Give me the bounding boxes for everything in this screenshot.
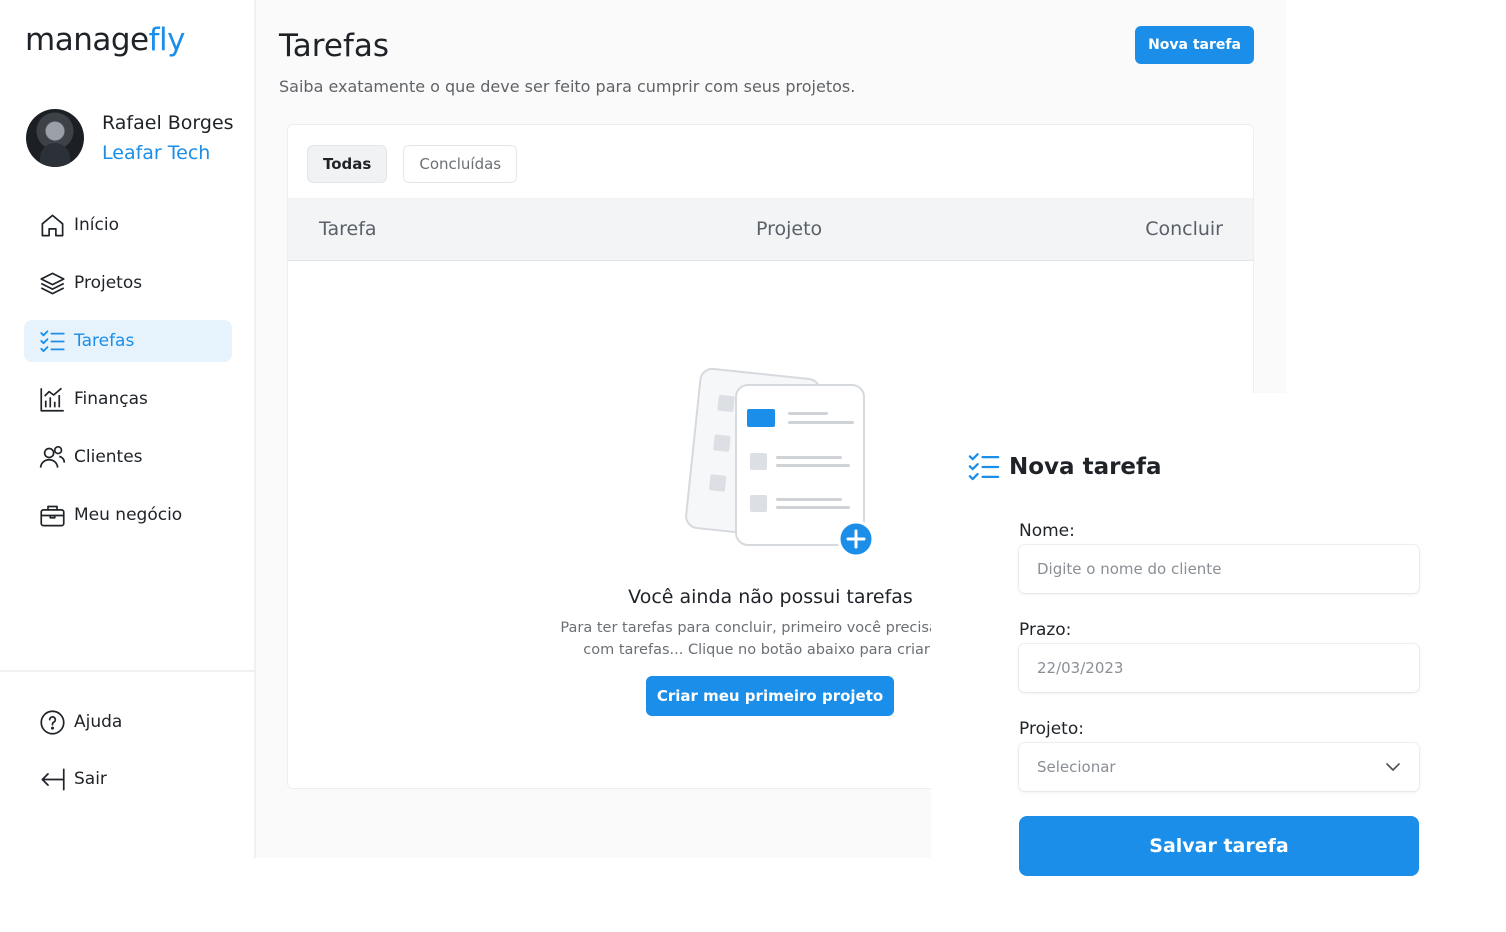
- logo-main: manage: [25, 22, 149, 58]
- avatar: [26, 109, 84, 167]
- project-label: Projeto:: [1019, 719, 1084, 739]
- home-icon: [41, 214, 64, 236]
- sidebar-item-label: Sair: [74, 769, 107, 789]
- sidebar-item-label: Projetos: [74, 273, 143, 293]
- empty-tasks-illustration: [685, 367, 875, 558]
- sidebar-item-label: Finanças: [74, 389, 148, 409]
- sidebar-item-sair[interactable]: Sair: [24, 758, 232, 800]
- sidebar-item-clientes[interactable]: Clientes: [24, 436, 232, 478]
- sidebar-item-label: Tarefas: [74, 331, 135, 351]
- chevron-down-icon: [1386, 763, 1400, 771]
- deadline-value: 22/03/2023: [1037, 659, 1124, 677]
- new-task-panel: Nova tarefa Nome: Prazo: 22/03/2023 Proj…: [931, 393, 1506, 932]
- panel-title: Nova tarefa: [1009, 454, 1162, 480]
- new-task-button[interactable]: Nova tarefa: [1135, 26, 1254, 64]
- briefcase-icon: [40, 505, 65, 526]
- sidebar-item-ajuda[interactable]: Ajuda: [24, 701, 232, 743]
- project-select[interactable]: Selecionar: [1019, 743, 1419, 791]
- user-name: Rafael Borges: [102, 112, 234, 134]
- page-title: Tarefas: [279, 28, 389, 64]
- sidebar-item-tarefas[interactable]: Tarefas: [24, 320, 232, 362]
- task-name-input[interactable]: [1019, 545, 1419, 593]
- column-header-tarefa: Tarefa: [319, 218, 377, 240]
- users-icon: [39, 445, 66, 468]
- column-header-projeto: Projeto: [756, 218, 823, 240]
- app-logo[interactable]: managefly: [25, 22, 185, 58]
- chart-icon: [40, 387, 64, 412]
- layers-icon: [40, 272, 65, 294]
- checklist-icon: [40, 329, 65, 352]
- sidebar-item-label: Início: [74, 215, 119, 235]
- sidebar-item-label: Meu negócio: [74, 505, 183, 525]
- sidebar-item-projetos[interactable]: Projetos: [24, 262, 232, 304]
- name-label: Nome:: [1019, 521, 1075, 541]
- sidebar-item-label: Ajuda: [74, 712, 123, 732]
- logout-icon: [41, 768, 65, 790]
- help-icon: [40, 709, 65, 735]
- logo-accent: fly: [148, 22, 186, 58]
- sidebar-item-label: Clientes: [74, 447, 143, 467]
- bottom-nav: Ajuda Sair: [24, 701, 232, 815]
- tab-concluidas[interactable]: Concluídas: [403, 145, 518, 183]
- deadline-label: Prazo:: [1019, 620, 1072, 640]
- checklist-icon: [968, 453, 1000, 481]
- deadline-field[interactable]: 22/03/2023: [1019, 644, 1419, 692]
- table-header: Tarefa Projeto Concluir: [288, 198, 1253, 261]
- project-select-value: Selecionar: [1037, 758, 1116, 776]
- column-header-concluir: Concluir: [1145, 218, 1223, 240]
- page-subtitle: Saiba exatamente o que deve ser feito pa…: [279, 77, 856, 96]
- save-task-button[interactable]: Salvar tarefa: [1019, 816, 1419, 876]
- sidebar: managefly Rafael Borges Leafar Tech Iníc…: [0, 0, 256, 858]
- sidebar-item-meu-negocio[interactable]: Meu negócio: [24, 494, 232, 536]
- tab-todas[interactable]: Todas: [307, 145, 388, 183]
- user-profile[interactable]: Rafael Borges Leafar Tech: [26, 108, 234, 168]
- main-nav: Início Projetos Tarefas Finanças Cliente…: [24, 204, 232, 552]
- create-first-project-button[interactable]: Criar meu primeiro projeto: [646, 676, 894, 716]
- filter-tabs: Todas Concluídas: [307, 145, 533, 183]
- sidebar-item-inicio[interactable]: Início: [24, 204, 232, 246]
- sidebar-divider: [0, 670, 254, 672]
- sidebar-item-financas[interactable]: Finanças: [24, 378, 232, 420]
- panel-header: Nova tarefa: [967, 450, 1162, 484]
- company-name: Leafar Tech: [102, 142, 211, 164]
